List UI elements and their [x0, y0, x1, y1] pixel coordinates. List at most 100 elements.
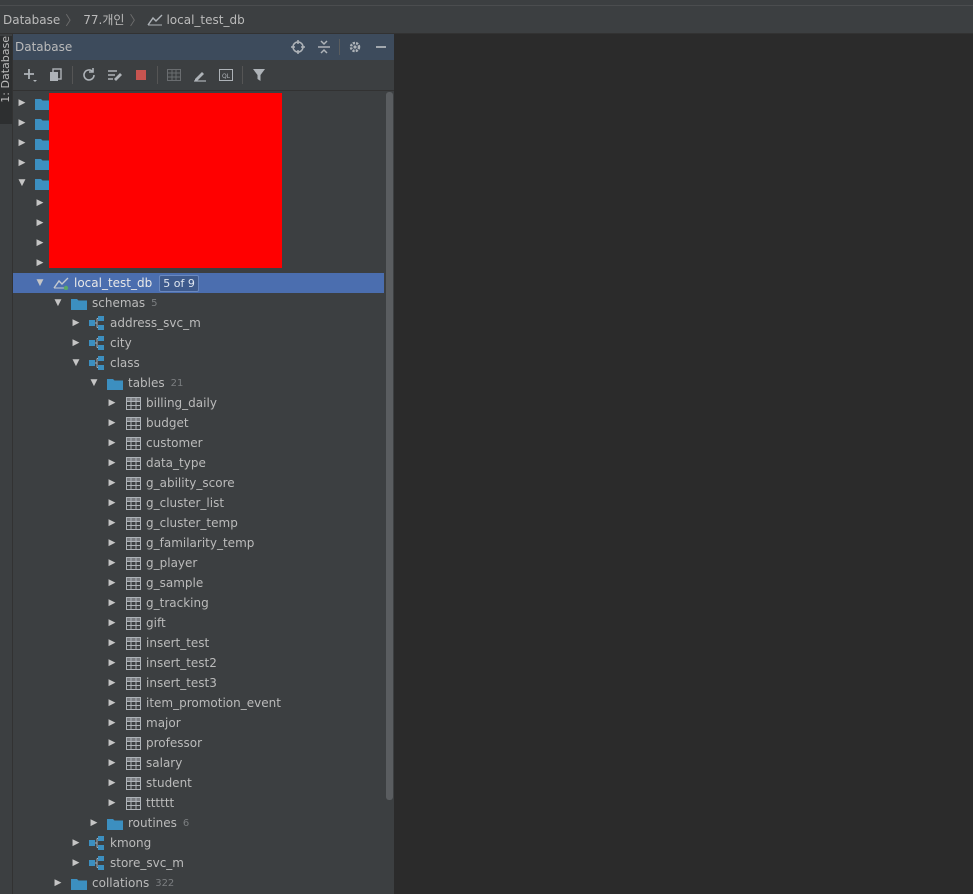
collapsed-arrow-icon[interactable]: ▶: [107, 558, 117, 568]
tree-row-table[interactable]: ▶ budget: [13, 413, 384, 433]
minimize-icon[interactable]: [368, 34, 394, 60]
collapsed-arrow-icon[interactable]: ▶: [107, 738, 117, 748]
collapsed-arrow-icon[interactable]: ▶: [107, 678, 117, 688]
collapsed-arrow-icon[interactable]: ▶: [35, 198, 45, 208]
gear-icon[interactable]: [342, 34, 368, 60]
expanded-arrow-icon[interactable]: ▼: [53, 298, 63, 308]
tool-window-title: Database: [15, 40, 73, 54]
tree-row[interactable]: ▼ tables 21: [13, 373, 384, 393]
collapsed-arrow-icon[interactable]: ▶: [107, 778, 117, 788]
side-tab-database[interactable]: 1: Database: [0, 36, 12, 124]
collapse-all-icon[interactable]: [311, 34, 337, 60]
breadcrumb-item-group[interactable]: 77.개인: [83, 11, 124, 28]
tree-row-table[interactable]: ▶ g_cluster_list: [13, 493, 384, 513]
tree-row-label: salary: [146, 756, 183, 770]
collapsed-arrow-icon[interactable]: ▶: [107, 398, 117, 408]
collapsed-arrow-icon[interactable]: ▶: [35, 258, 45, 268]
collapsed-arrow-icon[interactable]: ▶: [89, 818, 99, 828]
collapsed-arrow-icon[interactable]: ▶: [107, 538, 117, 548]
tree-row-label: budget: [146, 416, 189, 430]
tree-row-table[interactable]: ▶ billing_daily: [13, 393, 384, 413]
tree-row-table[interactable]: ▶ salary: [13, 753, 384, 773]
tree-row-table[interactable]: ▶ g_player: [13, 553, 384, 573]
schema-count-badge[interactable]: 5 of 9: [159, 274, 199, 292]
collapsed-arrow-icon[interactable]: ▶: [107, 438, 117, 448]
add-icon[interactable]: [19, 64, 41, 86]
collapsed-arrow-icon[interactable]: ▶: [107, 638, 117, 648]
collapsed-arrow-icon[interactable]: ▶: [35, 238, 45, 248]
tree-row-table[interactable]: ▶ tttttt: [13, 793, 384, 813]
collapsed-arrow-icon[interactable]: ▶: [71, 338, 81, 348]
console-icon[interactable]: QL: [215, 64, 237, 86]
tree-row-table[interactable]: ▶ major: [13, 713, 384, 733]
tree-row-table[interactable]: ▶ insert_test3: [13, 673, 384, 693]
tree-scrollbar[interactable]: [386, 92, 393, 800]
header-actions: [285, 34, 394, 60]
collapsed-arrow-icon[interactable]: ▶: [107, 458, 117, 468]
tree-row-label: city: [110, 336, 132, 350]
tree-row-schema[interactable]: ▶ address_svc_m: [13, 313, 384, 333]
collapsed-arrow-icon[interactable]: ▶: [107, 618, 117, 628]
tree-row-label: g_cluster_temp: [146, 516, 238, 530]
tree-row-table[interactable]: ▶ g_tracking: [13, 593, 384, 613]
tree-row[interactable]: ▼ schemas 5: [13, 293, 384, 313]
expanded-arrow-icon[interactable]: ▼: [35, 278, 45, 288]
tree-row-schema[interactable]: ▼ class: [13, 353, 384, 373]
collapsed-arrow-icon[interactable]: ▶: [107, 498, 117, 508]
duplicate-icon[interactable]: [45, 64, 67, 86]
refresh-icon[interactable]: [78, 64, 100, 86]
filter-icon[interactable]: [248, 64, 270, 86]
breadcrumb-item-root[interactable]: Database: [3, 13, 60, 27]
tree-row[interactable]: ▶ routines 6: [13, 813, 384, 833]
collapsed-arrow-icon[interactable]: ▶: [107, 758, 117, 768]
tree-row-table[interactable]: ▶ professor: [13, 733, 384, 753]
expanded-arrow-icon[interactable]: ▼: [71, 358, 81, 368]
tree-row-table[interactable]: ▶ data_type: [13, 453, 384, 473]
table-icon: [125, 496, 141, 510]
stop-icon[interactable]: [130, 64, 152, 86]
tree-row-schema[interactable]: ▶ kmong: [13, 833, 384, 853]
collapsed-arrow-icon[interactable]: ▶: [107, 718, 117, 728]
properties-icon[interactable]: [104, 64, 126, 86]
tree-row-table[interactable]: ▶ g_cluster_temp: [13, 513, 384, 533]
tree-row-label: billing_daily: [146, 396, 217, 410]
collapsed-arrow-icon[interactable]: ▶: [107, 658, 117, 668]
tree-row-table[interactable]: ▶ insert_test: [13, 633, 384, 653]
collapsed-arrow-icon[interactable]: ▶: [17, 98, 27, 108]
collapsed-arrow-icon[interactable]: ▶: [17, 118, 27, 128]
collapsed-arrow-icon[interactable]: ▶: [107, 478, 117, 488]
collapsed-arrow-icon[interactable]: ▶: [107, 698, 117, 708]
collapsed-arrow-icon[interactable]: ▶: [35, 218, 45, 228]
edit-icon[interactable]: [189, 64, 211, 86]
tree-row-table[interactable]: ▶ gift: [13, 613, 384, 633]
expanded-arrow-icon[interactable]: ▼: [89, 378, 99, 388]
target-icon[interactable]: [285, 34, 311, 60]
tree-row-schema[interactable]: ▶ store_svc_m: [13, 853, 384, 873]
tree-row-table[interactable]: ▶ g_familarity_temp: [13, 533, 384, 553]
collapsed-arrow-icon[interactable]: ▶: [17, 138, 27, 148]
expanded-arrow-icon[interactable]: ▼: [17, 178, 27, 188]
collapsed-arrow-icon[interactable]: ▶: [71, 318, 81, 328]
tree-row-schema[interactable]: ▶ city: [13, 333, 384, 353]
collapsed-arrow-icon[interactable]: ▶: [107, 578, 117, 588]
collapsed-arrow-icon[interactable]: ▶: [71, 858, 81, 868]
tree-row-table[interactable]: ▶ item_promotion_event: [13, 693, 384, 713]
schema-icon: [89, 356, 105, 370]
tree-row-table[interactable]: ▶ g_sample: [13, 573, 384, 593]
collapsed-arrow-icon[interactable]: ▶: [17, 158, 27, 168]
collapsed-arrow-icon[interactable]: ▶: [107, 798, 117, 808]
editor-area: [395, 34, 973, 894]
collapsed-arrow-icon[interactable]: ▶: [107, 418, 117, 428]
tree-row-table[interactable]: ▶ g_ability_score: [13, 473, 384, 493]
tree-row-datasource[interactable]: ▼ local_test_db 5 of 9: [13, 273, 384, 293]
tree-row[interactable]: ▶ collations 322: [13, 873, 384, 893]
collapsed-arrow-icon[interactable]: ▶: [107, 598, 117, 608]
collapsed-arrow-icon[interactable]: ▶: [107, 518, 117, 528]
tree-row-table[interactable]: ▶ customer: [13, 433, 384, 453]
table-icon[interactable]: [163, 64, 185, 86]
collapsed-arrow-icon[interactable]: ▶: [53, 878, 63, 888]
tree-row-table[interactable]: ▶ student: [13, 773, 384, 793]
tree-row-table[interactable]: ▶ insert_test2: [13, 653, 384, 673]
breadcrumb-item-datasource[interactable]: local_test_db: [147, 13, 245, 27]
collapsed-arrow-icon[interactable]: ▶: [71, 838, 81, 848]
